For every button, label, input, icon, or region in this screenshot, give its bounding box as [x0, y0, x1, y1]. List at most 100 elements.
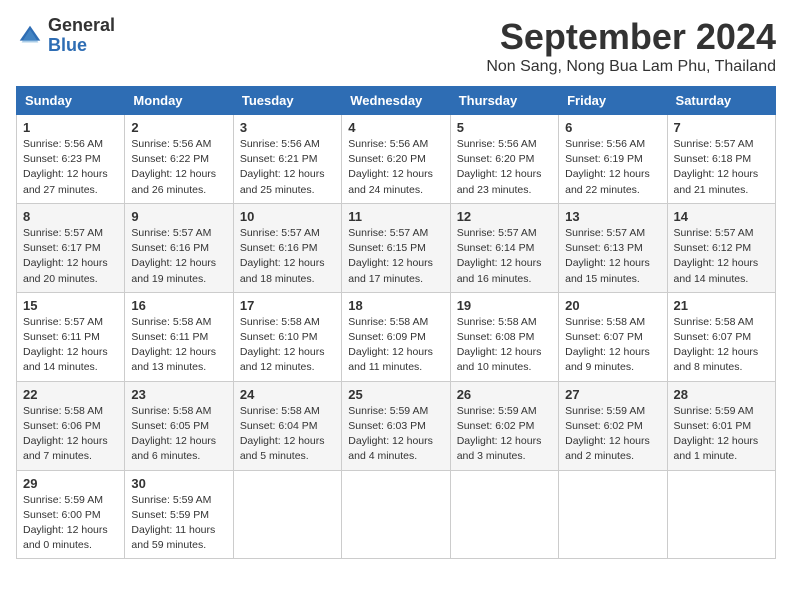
day-info: Sunrise: 5:57 AMSunset: 6:17 PMDaylight:… [23, 226, 118, 287]
header-cell-thursday: Thursday [450, 87, 558, 115]
header-cell-saturday: Saturday [667, 87, 775, 115]
logo: General Blue [16, 16, 115, 56]
day-info: Sunrise: 5:56 AMSunset: 6:22 PMDaylight:… [131, 137, 226, 198]
day-number: 22 [23, 387, 118, 402]
day-info: Sunrise: 5:59 AMSunset: 6:00 PMDaylight:… [23, 493, 118, 554]
week-row-2: 8 Sunrise: 5:57 AMSunset: 6:17 PMDaylight… [17, 203, 776, 292]
day-info: Sunrise: 5:58 AMSunset: 6:09 PMDaylight:… [348, 315, 443, 376]
day-cell: 1 Sunrise: 5:56 AMSunset: 6:23 PMDaylight… [17, 115, 125, 204]
day-cell: 23 Sunrise: 5:58 AMSunset: 6:05 PMDayligh… [125, 381, 233, 470]
day-number: 5 [457, 120, 552, 135]
day-number: 25 [348, 387, 443, 402]
day-number: 4 [348, 120, 443, 135]
day-cell: 22 Sunrise: 5:58 AMSunset: 6:06 PMDayligh… [17, 381, 125, 470]
day-info: Sunrise: 5:56 AMSunset: 6:20 PMDaylight:… [457, 137, 552, 198]
day-cell: 4Sunrise: 5:56 AMSunset: 6:20 PMDaylight… [342, 115, 450, 204]
day-number: 6 [565, 120, 660, 135]
day-info: Sunrise: 5:58 AMSunset: 6:06 PMDaylight:… [23, 404, 118, 465]
day-number: 29 [23, 476, 118, 491]
day-info: Sunrise: 5:59 AMSunset: 6:03 PMDaylight:… [348, 404, 443, 465]
day-number: 26 [457, 387, 552, 402]
header-cell-friday: Friday [559, 87, 667, 115]
day-cell: 8 Sunrise: 5:57 AMSunset: 6:17 PMDaylight… [17, 203, 125, 292]
day-number: 1 [23, 120, 118, 135]
week-row-4: 22 Sunrise: 5:58 AMSunset: 6:06 PMDayligh… [17, 381, 776, 470]
day-cell: 7Sunrise: 5:57 AMSunset: 6:18 PMDaylight… [667, 115, 775, 204]
day-cell: 27 Sunrise: 5:59 AMSunset: 6:02 PMDayligh… [559, 381, 667, 470]
header-row: SundayMondayTuesdayWednesdayThursdayFrid… [17, 87, 776, 115]
day-number: 20 [565, 298, 660, 313]
day-number: 21 [674, 298, 769, 313]
day-cell [559, 470, 667, 559]
day-cell: 18 Sunrise: 5:58 AMSunset: 6:09 PMDayligh… [342, 292, 450, 381]
day-cell: 5 Sunrise: 5:56 AMSunset: 6:20 PMDaylight… [450, 115, 558, 204]
day-cell: 13 Sunrise: 5:57 AMSunset: 6:13 PMDayligh… [559, 203, 667, 292]
day-cell [667, 470, 775, 559]
day-info: Sunrise: 5:56 AMSunset: 6:21 PMDaylight:… [240, 137, 335, 198]
day-info: Sunrise: 5:56 AMSunset: 6:23 PMDaylight:… [23, 137, 118, 198]
day-info: Sunrise: 5:58 AMSunset: 6:07 PMDaylight:… [674, 315, 769, 376]
day-number: 16 [131, 298, 226, 313]
day-number: 28 [674, 387, 769, 402]
day-number: 17 [240, 298, 335, 313]
day-info: Sunrise: 5:59 AMSunset: 6:02 PMDaylight:… [457, 404, 552, 465]
day-info: Sunrise: 5:57 AMSunset: 6:11 PMDaylight:… [23, 315, 118, 376]
day-info: Sunrise: 5:57 AMSunset: 6:16 PMDaylight:… [131, 226, 226, 287]
logo-general-text: General [48, 16, 115, 36]
day-number: 24 [240, 387, 335, 402]
day-info: Sunrise: 5:57 AMSunset: 6:13 PMDaylight:… [565, 226, 660, 287]
day-cell: 6 Sunrise: 5:56 AMSunset: 6:19 PMDaylight… [559, 115, 667, 204]
day-info: Sunrise: 5:56 AMSunset: 6:19 PMDaylight:… [565, 137, 660, 198]
day-number: 11 [348, 209, 443, 224]
day-cell [233, 470, 341, 559]
day-cell: 24 Sunrise: 5:58 AMSunset: 6:04 PMDayligh… [233, 381, 341, 470]
day-cell: 10 Sunrise: 5:57 AMSunset: 6:16 PMDayligh… [233, 203, 341, 292]
day-cell: 26 Sunrise: 5:59 AMSunset: 6:02 PMDayligh… [450, 381, 558, 470]
day-number: 3 [240, 120, 335, 135]
day-number: 13 [565, 209, 660, 224]
day-info: Sunrise: 5:57 AMSunset: 6:15 PMDaylight:… [348, 226, 443, 287]
day-info: Sunrise: 5:59 AMSunset: 6:02 PMDaylight:… [565, 404, 660, 465]
day-number: 23 [131, 387, 226, 402]
day-info: Sunrise: 5:58 AMSunset: 6:04 PMDaylight:… [240, 404, 335, 465]
day-info: Sunrise: 5:57 AMSunset: 6:12 PMDaylight:… [674, 226, 769, 287]
logo-icon [16, 22, 44, 50]
day-info: Sunrise: 5:57 AMSunset: 6:16 PMDaylight:… [240, 226, 335, 287]
day-info: Sunrise: 5:58 AMSunset: 6:10 PMDaylight:… [240, 315, 335, 376]
day-cell: 9 Sunrise: 5:57 AMSunset: 6:16 PMDaylight… [125, 203, 233, 292]
day-cell: 17 Sunrise: 5:58 AMSunset: 6:10 PMDayligh… [233, 292, 341, 381]
logo-text: General Blue [48, 16, 115, 56]
day-number: 8 [23, 209, 118, 224]
day-cell [450, 470, 558, 559]
header-cell-tuesday: Tuesday [233, 87, 341, 115]
header-cell-wednesday: Wednesday [342, 87, 450, 115]
day-cell: 25 Sunrise: 5:59 AMSunset: 6:03 PMDayligh… [342, 381, 450, 470]
day-number: 14 [674, 209, 769, 224]
day-cell: 16 Sunrise: 5:58 AMSunset: 6:11 PMDayligh… [125, 292, 233, 381]
day-info: Sunrise: 5:58 AMSunset: 6:07 PMDaylight:… [565, 315, 660, 376]
calendar-title: September 2024 [486, 16, 776, 58]
day-number: 9 [131, 209, 226, 224]
day-info: Sunrise: 5:57 AMSunset: 6:18 PMDaylight:… [674, 137, 769, 198]
day-cell: 30Sunrise: 5:59 AMSunset: 5:59 PMDayligh… [125, 470, 233, 559]
header: General Blue September 2024 Non Sang, No… [16, 16, 776, 76]
day-cell: 2 Sunrise: 5:56 AMSunset: 6:22 PMDaylight… [125, 115, 233, 204]
day-number: 27 [565, 387, 660, 402]
day-cell: 20 Sunrise: 5:58 AMSunset: 6:07 PMDayligh… [559, 292, 667, 381]
week-row-1: 1 Sunrise: 5:56 AMSunset: 6:23 PMDaylight… [17, 115, 776, 204]
day-number: 2 [131, 120, 226, 135]
day-number: 18 [348, 298, 443, 313]
day-info: Sunrise: 5:58 AMSunset: 6:05 PMDaylight:… [131, 404, 226, 465]
header-cell-sunday: Sunday [17, 87, 125, 115]
day-cell [342, 470, 450, 559]
day-info: Sunrise: 5:59 AMSunset: 5:59 PMDaylight:… [131, 493, 226, 554]
day-number: 12 [457, 209, 552, 224]
day-info: Sunrise: 5:57 AMSunset: 6:14 PMDaylight:… [457, 226, 552, 287]
day-cell: 3 Sunrise: 5:56 AMSunset: 6:21 PMDaylight… [233, 115, 341, 204]
calendar-subtitle: Non Sang, Nong Bua Lam Phu, Thailand [486, 58, 776, 76]
day-info: Sunrise: 5:58 AMSunset: 6:11 PMDaylight:… [131, 315, 226, 376]
day-cell: 21 Sunrise: 5:58 AMSunset: 6:07 PMDayligh… [667, 292, 775, 381]
day-info: Sunrise: 5:59 AMSunset: 6:01 PMDaylight:… [674, 404, 769, 465]
day-number: 10 [240, 209, 335, 224]
day-cell: 19Sunrise: 5:58 AMSunset: 6:08 PMDayligh… [450, 292, 558, 381]
